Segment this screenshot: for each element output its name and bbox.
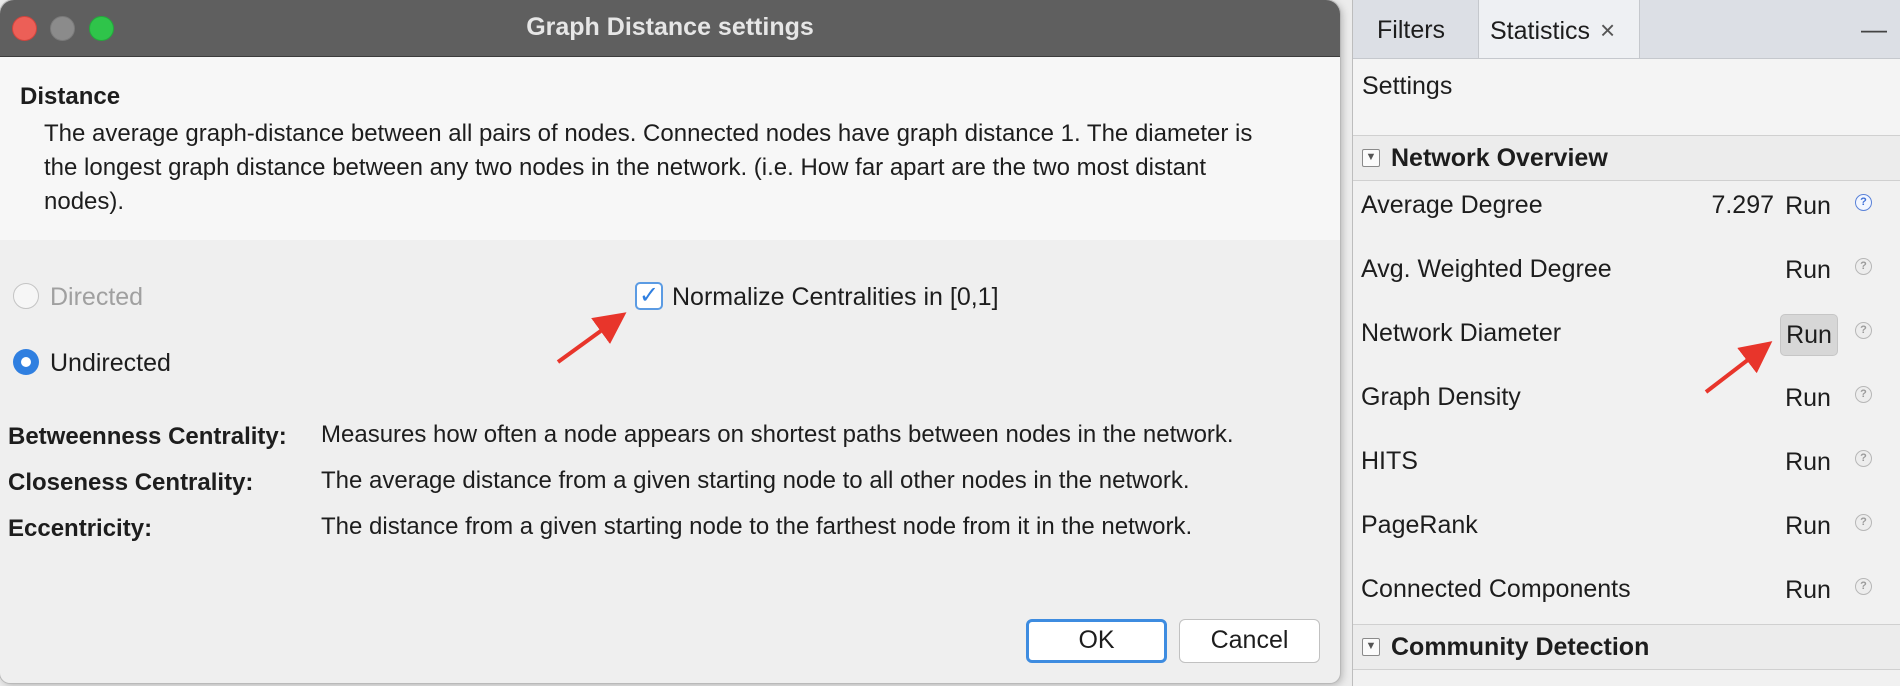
definition-text: The average distance from a given starti… (321, 467, 1190, 494)
stat-name: HITS (1361, 447, 1418, 475)
section-title: Network Overview (1391, 144, 1608, 172)
section-title: Community Detection (1391, 633, 1650, 661)
settings-row: Settings (1353, 59, 1900, 136)
run-button[interactable]: Run (1780, 442, 1836, 482)
undirected-label: Undirected (50, 349, 171, 377)
checkmark-icon: ✓ (638, 282, 660, 309)
stat-name: Average Degree (1361, 191, 1543, 219)
description-text: The average graph-distance between all p… (44, 120, 1253, 215)
stat-row-graph-density: Graph Density Run ? (1353, 370, 1900, 434)
description-heading: Distance (20, 83, 121, 110)
stat-value: 7.297 (1711, 191, 1774, 219)
stat-name: Avg. Weighted Degree (1361, 255, 1612, 283)
tab-filters[interactable]: Filters (1377, 0, 1482, 58)
tab-label: Filters (1377, 16, 1446, 44)
run-button[interactable]: Run (1780, 314, 1838, 356)
graph-distance-dialog: Graph Distance settings Distance The ave… (0, 0, 1340, 683)
collapse-toggle-icon[interactable]: ▼ (1362, 638, 1380, 656)
help-icon[interactable]: ? (1855, 450, 1872, 467)
help-icon[interactable]: ? (1855, 258, 1872, 275)
normalize-label: Normalize Centralities in [0,1] (672, 283, 999, 311)
normalize-checkbox[interactable]: ✓ (635, 282, 663, 310)
run-button[interactable]: Run (1780, 506, 1836, 546)
minimize-icon[interactable]: — (1861, 14, 1887, 45)
panel-tabbar: Filters Statistics × — (1353, 0, 1900, 59)
help-icon[interactable]: ? (1855, 386, 1872, 403)
network-overview-header[interactable]: ▼ Network Overview (1353, 135, 1900, 181)
stat-name: Graph Density (1361, 383, 1521, 411)
community-detection-header[interactable]: ▼ Community Detection (1353, 624, 1900, 670)
close-icon[interactable]: × (1600, 15, 1615, 45)
settings-button[interactable]: Settings (1362, 72, 1452, 101)
run-button[interactable]: Run (1780, 378, 1836, 418)
definition-term: Betweenness Centrality: (8, 423, 287, 450)
stat-row-hits: HITS Run ? (1353, 434, 1900, 498)
definition-term: Eccentricity: (8, 515, 153, 542)
help-icon[interactable]: ? (1855, 578, 1872, 595)
tab-label: Statistics (1490, 17, 1591, 45)
run-button[interactable]: Run (1780, 570, 1836, 610)
ok-button[interactable]: OK (1026, 619, 1167, 663)
directed-radio[interactable] (13, 283, 39, 309)
stat-name: Connected Components (1361, 575, 1631, 603)
dialog-title: Graph Distance settings (526, 13, 814, 41)
statistics-panel: Filters Statistics × — Settings ▼ Network… (1352, 0, 1900, 686)
help-icon[interactable]: ? (1855, 514, 1872, 531)
definition-text: Measures how often a node appears on sho… (321, 421, 1234, 448)
stat-row-network-diameter: Network Diameter Run ? (1353, 306, 1900, 370)
definition-text: The distance from a given starting node … (321, 513, 1193, 540)
cancel-button[interactable]: Cancel (1179, 619, 1320, 663)
description-panel: Distance The average graph-distance betw… (0, 57, 1340, 240)
stat-row-average-degree: Average Degree 7.297 Run ? (1353, 178, 1900, 242)
help-icon[interactable]: ? (1855, 194, 1872, 211)
undirected-radio[interactable] (13, 349, 39, 375)
collapse-toggle-icon[interactable]: ▼ (1362, 149, 1380, 167)
run-button[interactable]: Run (1780, 186, 1836, 226)
stat-name: PageRank (1361, 511, 1478, 539)
stat-name: Network Diameter (1361, 319, 1562, 347)
help-icon[interactable]: ? (1855, 322, 1872, 339)
directed-label: Directed (50, 283, 144, 311)
stat-row-pagerank: PageRank Run ? (1353, 498, 1900, 562)
dialog-titlebar[interactable]: Graph Distance settings (0, 0, 1340, 57)
definition-term: Closeness Centrality: (8, 469, 254, 496)
tab-statistics[interactable]: Statistics × (1478, 0, 1640, 58)
stat-row-avg-weighted-degree: Avg. Weighted Degree Run ? (1353, 242, 1900, 306)
run-button[interactable]: Run (1780, 250, 1836, 290)
stat-row-connected-components: Connected Components Run ? (1353, 562, 1900, 626)
